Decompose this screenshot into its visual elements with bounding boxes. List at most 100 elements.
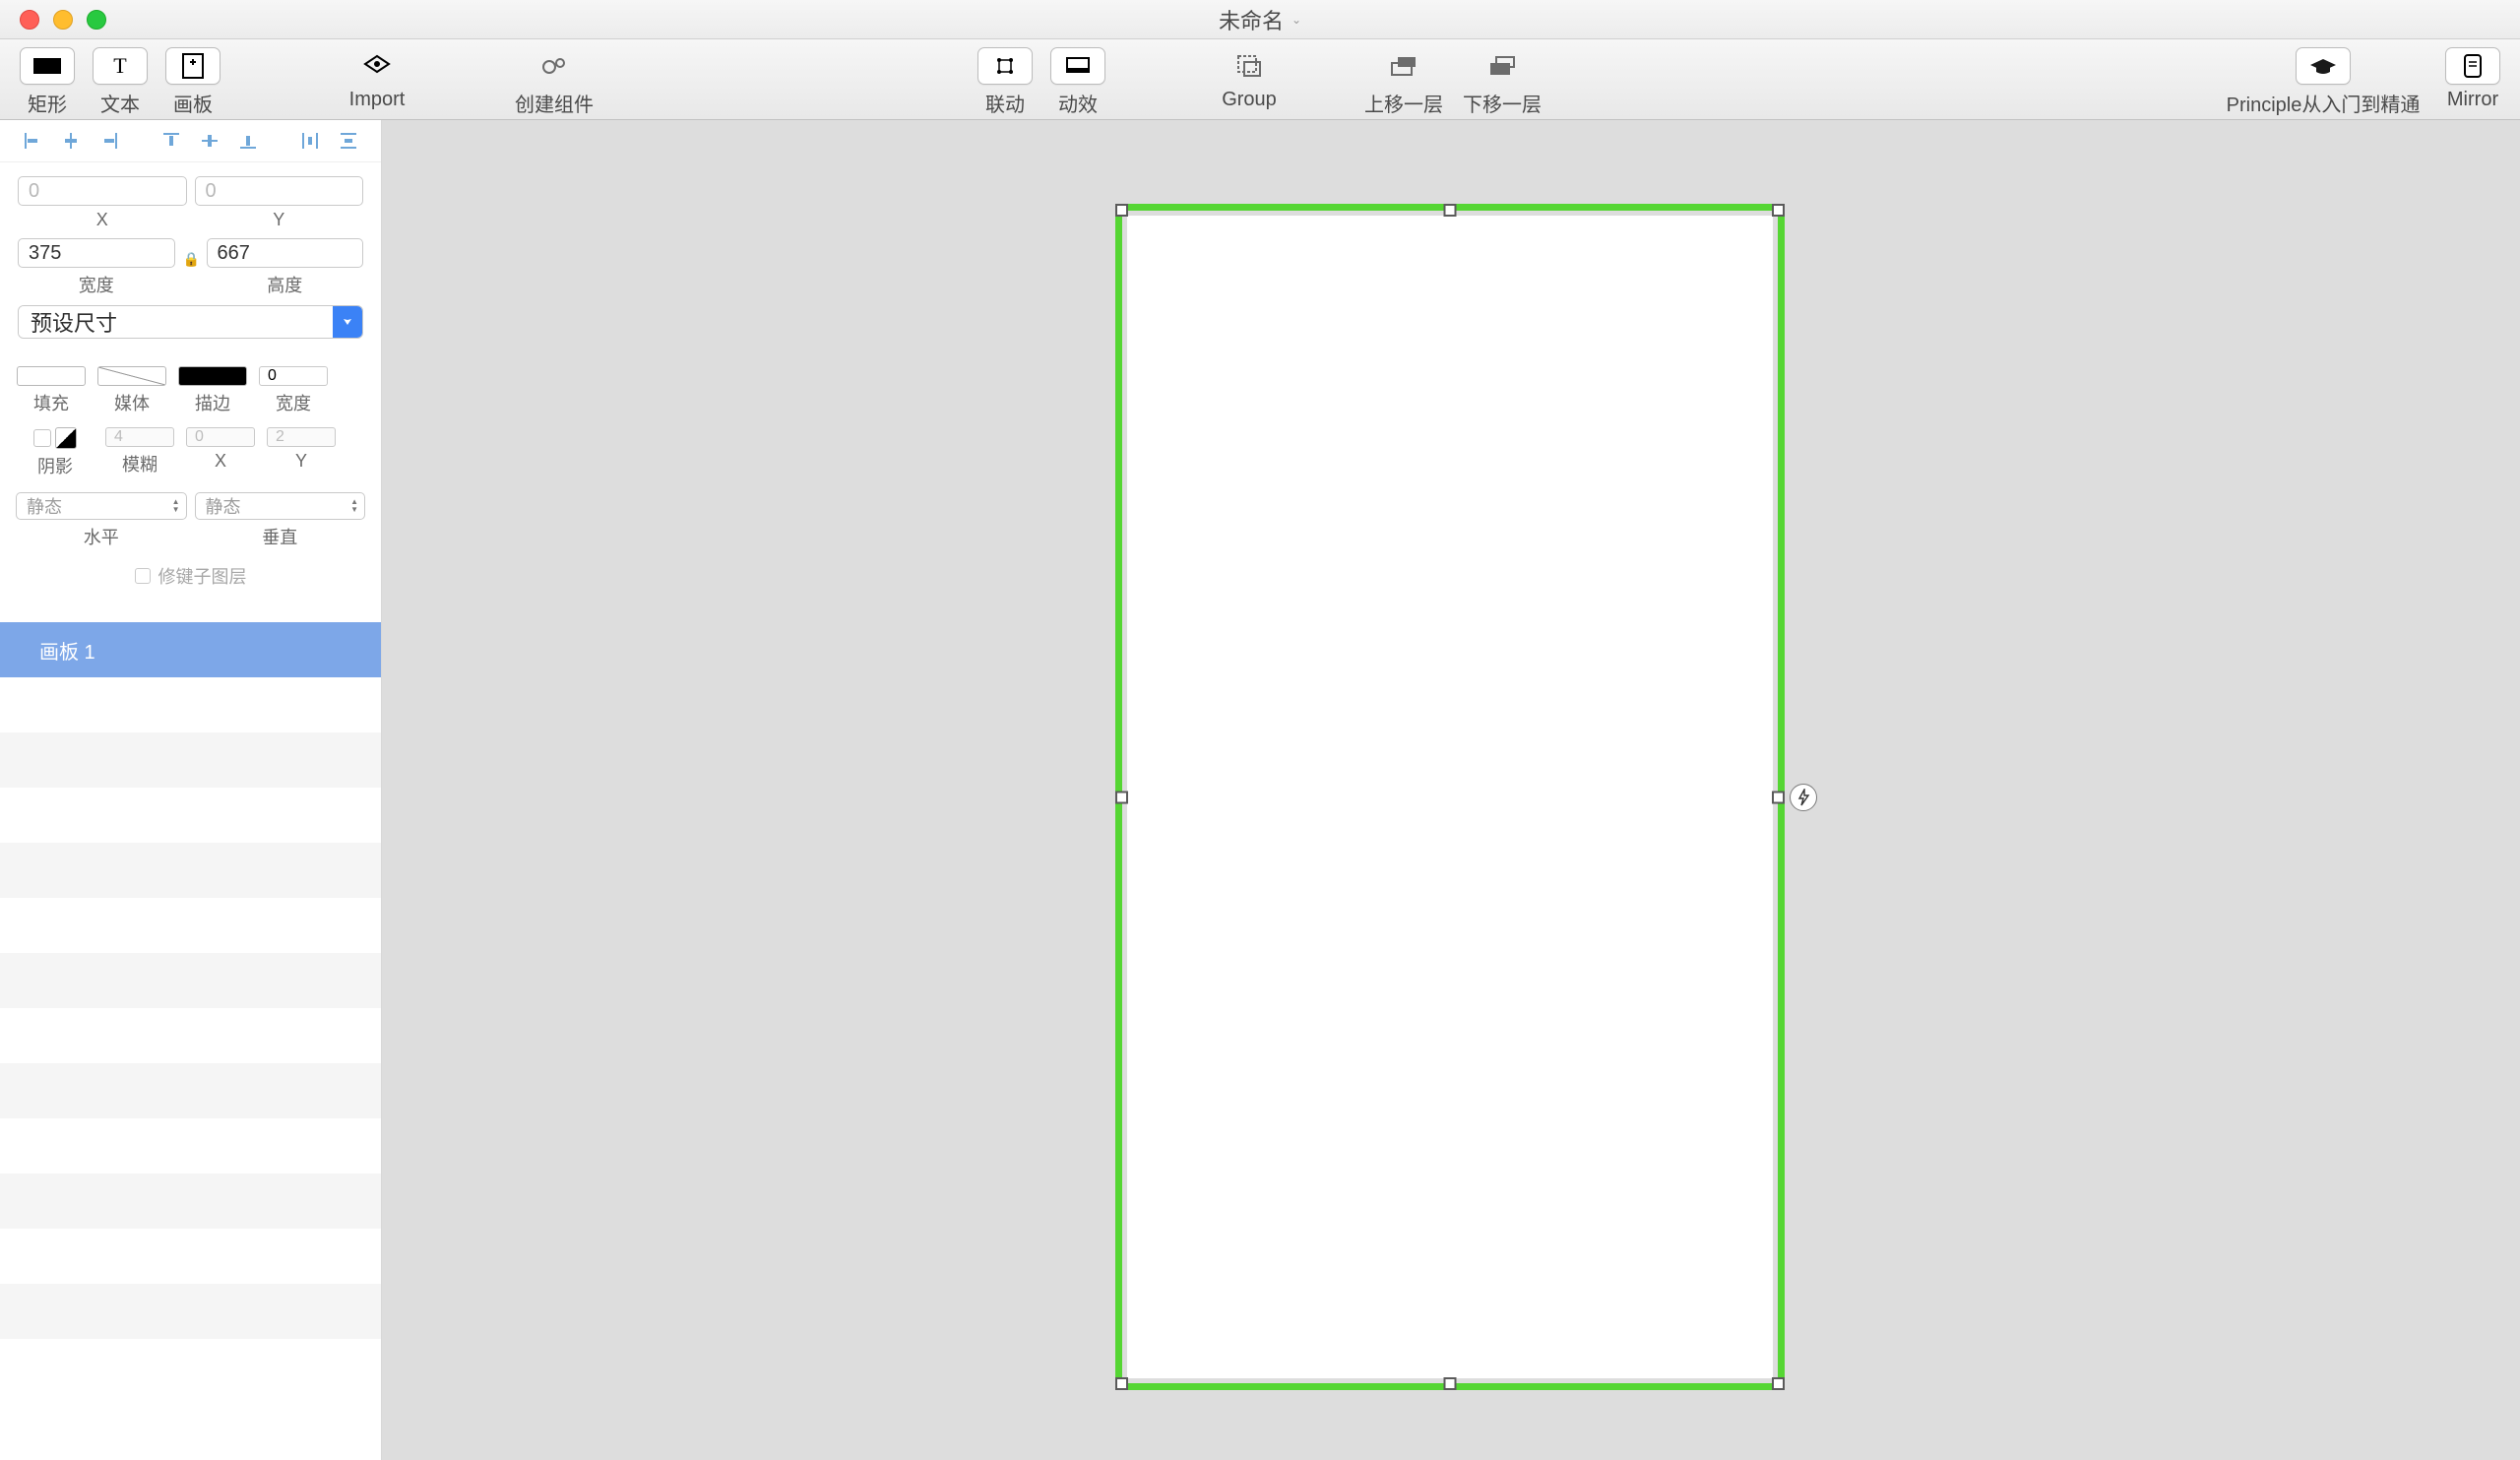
distribute-v-button[interactable]: [333, 128, 363, 154]
text-tool-button[interactable]: T 文本: [89, 47, 152, 117]
artboard[interactable]: [1127, 216, 1773, 1378]
shadow-y-input[interactable]: [267, 427, 336, 447]
bring-forward-button[interactable]: 上移一层: [1359, 47, 1448, 117]
layer-item-selected[interactable]: 画板 1: [0, 622, 381, 677]
artboard-icon: [165, 47, 220, 85]
text-icon: T: [93, 47, 148, 85]
drivers-icon: [977, 47, 1033, 85]
stroke-width-input[interactable]: [259, 366, 328, 386]
y-input[interactable]: [195, 176, 364, 206]
x-label: X: [96, 210, 108, 230]
height-label: 高度: [267, 272, 302, 297]
artboard-selection[interactable]: [1115, 204, 1785, 1390]
zoom-window-icon[interactable]: [87, 10, 106, 30]
title-bar: 未命名 ⌄: [0, 0, 2520, 39]
artboard-tool-button[interactable]: 画板: [161, 47, 224, 117]
list-item: [0, 677, 381, 732]
shadow-checkbox[interactable]: [33, 429, 51, 447]
rectangle-tool-button[interactable]: 矩形: [16, 47, 79, 117]
resize-handle-mr[interactable]: [1772, 791, 1785, 803]
stroke-swatch[interactable]: [178, 366, 247, 386]
style-inspector: 填充 媒体 描边 宽度: [0, 352, 381, 603]
distribute-h-button[interactable]: [294, 128, 325, 154]
align-left-button[interactable]: [18, 128, 48, 154]
align-vcenter-button[interactable]: [194, 128, 224, 154]
resize-handle-bc[interactable]: [1444, 1377, 1457, 1390]
blur-input[interactable]: [105, 427, 174, 447]
preset-size-label: 预设尺寸: [19, 306, 333, 338]
mirror-button[interactable]: Mirror: [2441, 47, 2504, 117]
backward-icon: [1475, 47, 1530, 85]
import-button[interactable]: Import: [333, 47, 421, 117]
group-icon: [1222, 47, 1277, 85]
minimize-window-icon[interactable]: [53, 10, 73, 30]
resize-handle-tr[interactable]: [1772, 204, 1785, 217]
x-input[interactable]: [18, 176, 187, 206]
shadow-y-label: Y: [295, 451, 307, 472]
list-item: [0, 1339, 381, 1394]
vertical-scroll-select[interactable]: 静态 ▲▼: [195, 492, 366, 520]
list-item: [0, 1118, 381, 1174]
horizontal-scroll-select[interactable]: 静态 ▲▼: [16, 492, 187, 520]
fill-label: 填充: [33, 390, 69, 415]
layer-list: 画板 1: [0, 622, 381, 1460]
fill-swatch[interactable]: [17, 366, 86, 386]
chevron-down-icon: ⌄: [1292, 13, 1301, 27]
align-controls: [0, 120, 381, 162]
lock-aspect-icon[interactable]: 🔒: [183, 251, 199, 268]
create-component-button[interactable]: 创建组件: [500, 47, 608, 117]
canvas[interactable]: [382, 120, 2520, 1460]
align-hcenter-button[interactable]: [56, 128, 87, 154]
width-input[interactable]: [18, 238, 175, 268]
resize-handle-bl[interactable]: [1115, 1377, 1128, 1390]
group-button[interactable]: Group: [1218, 47, 1281, 111]
list-item: [0, 1284, 381, 1339]
toolbar-left-group: 矩形 T 文本 画板 Import: [16, 47, 608, 117]
vertical-label: 垂直: [262, 524, 297, 549]
resize-handle-br[interactable]: [1772, 1377, 1785, 1390]
toolbar-center-group: 联动 动效 Group 上移一层 下移一层: [974, 47, 1546, 117]
align-bottom-button[interactable]: [232, 128, 263, 154]
shadow-x-input[interactable]: [186, 427, 255, 447]
import-icon: [349, 47, 405, 85]
shadow-x-label: X: [215, 451, 226, 472]
list-item: [0, 1063, 381, 1118]
list-item: [0, 898, 381, 953]
stroke-label: 描边: [195, 390, 230, 415]
animate-icon: [1050, 47, 1105, 85]
chevron-down-icon: [333, 306, 362, 338]
position-inspector: X Y 宽度 🔒 高度 预设尺寸: [0, 162, 381, 352]
graduation-cap-icon: [2296, 47, 2351, 85]
height-input[interactable]: [207, 238, 364, 268]
toolbar-right-group: Principle从入门到精通 Mirror: [2215, 47, 2504, 117]
align-top-button[interactable]: [157, 128, 187, 154]
tutorial-button[interactable]: Principle从入门到精通: [2215, 47, 2431, 117]
sidebar: X Y 宽度 🔒 高度 预设尺寸: [0, 120, 382, 1460]
shadow-color-swatch[interactable]: [55, 427, 77, 449]
document-title[interactable]: 未命名 ⌄: [1219, 4, 1301, 35]
horizontal-label: 水平: [84, 524, 119, 549]
mirror-icon: [2445, 47, 2500, 85]
drivers-button[interactable]: 联动: [974, 47, 1037, 117]
clip-sublayers-label: 修键子图层: [158, 563, 247, 589]
align-right-button[interactable]: [94, 128, 125, 154]
media-swatch[interactable]: [97, 366, 166, 386]
clip-sublayers-checkbox[interactable]: [135, 568, 151, 584]
width-label: 宽度: [79, 272, 114, 297]
shadow-label: 阴影: [37, 453, 73, 478]
media-label: 媒体: [114, 390, 150, 415]
resize-handle-ml[interactable]: [1115, 791, 1128, 803]
list-item: [0, 953, 381, 1008]
add-event-button[interactable]: [1790, 784, 1817, 811]
svg-text:T: T: [113, 55, 127, 77]
send-backward-button[interactable]: 下移一层: [1458, 47, 1546, 117]
resize-handle-tc[interactable]: [1444, 204, 1457, 217]
close-window-icon[interactable]: [20, 10, 39, 30]
animate-button[interactable]: 动效: [1046, 47, 1109, 117]
toolbar: 矩形 T 文本 画板 Import: [0, 39, 2520, 120]
blur-label: 模糊: [122, 451, 158, 476]
resize-handle-tl[interactable]: [1115, 204, 1128, 217]
window-controls: [0, 10, 106, 30]
y-label: Y: [273, 210, 284, 230]
preset-size-select[interactable]: 预设尺寸: [18, 305, 363, 339]
